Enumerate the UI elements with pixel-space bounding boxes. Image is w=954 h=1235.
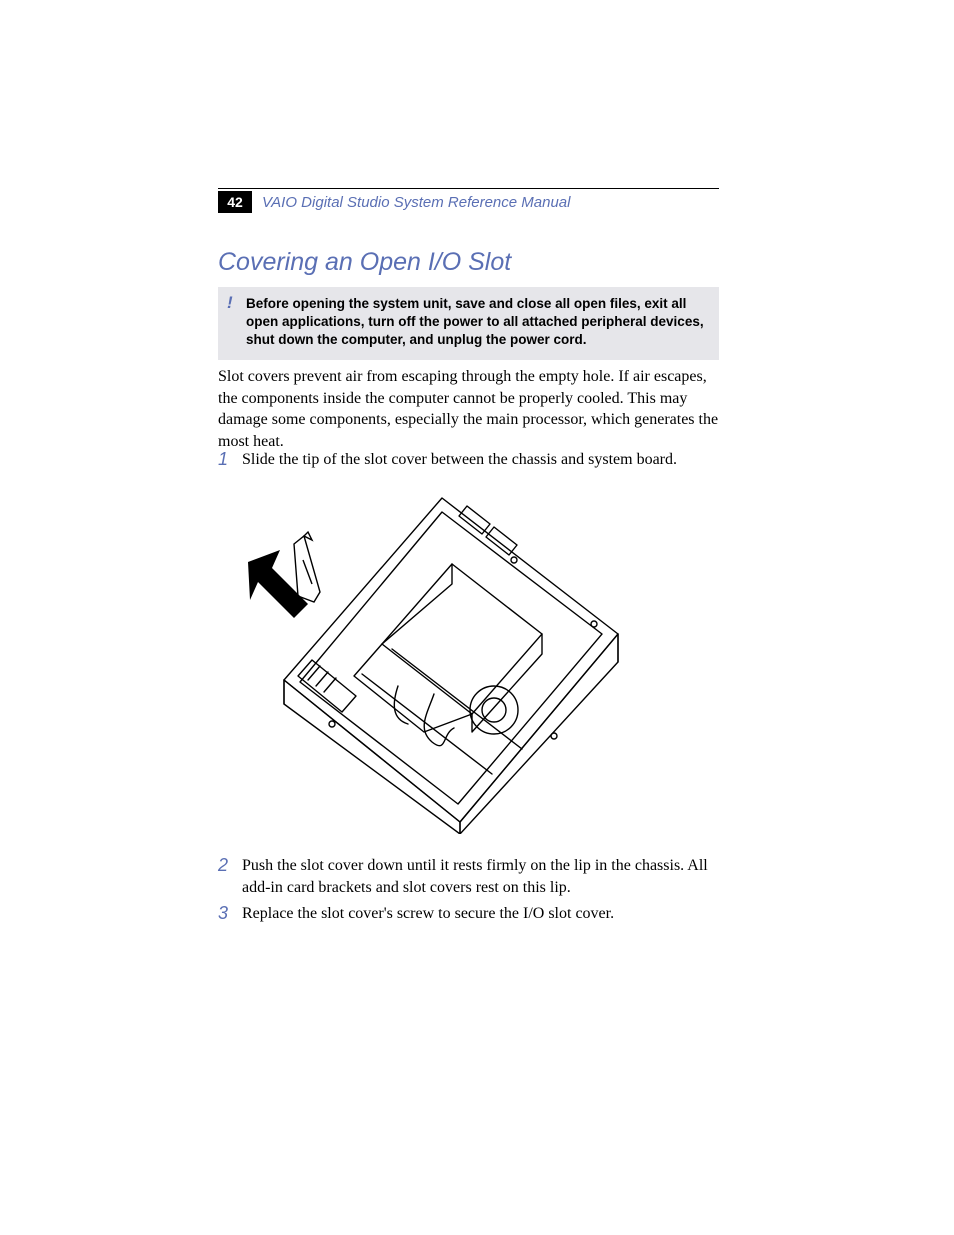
step-1: 1 Slide the tip of the slot cover betwee… [218, 449, 719, 471]
step-3: 3 Replace the slot cover's screw to secu… [218, 903, 719, 925]
chassis-illustration [242, 484, 640, 834]
step-2-number: 2 [218, 853, 228, 877]
page-number-box: 42 [218, 191, 252, 213]
step-1-text: Slide the tip of the slot cover between … [242, 449, 719, 471]
warning-box: ! Before opening the system unit, save a… [218, 287, 719, 360]
step-1-number: 1 [218, 447, 228, 471]
step-2: 2 Push the slot cover down until it rest… [218, 855, 719, 898]
step-3-text: Replace the slot cover's screw to secure… [242, 903, 719, 925]
page-number: 42 [227, 194, 243, 210]
chassis-svg-icon [242, 484, 640, 834]
intro-paragraph: Slot covers prevent air from escaping th… [218, 366, 719, 452]
warning-text: Before opening the system unit, save and… [246, 296, 704, 347]
header-rule [218, 188, 719, 189]
section-title: Covering an Open I/O Slot [218, 248, 511, 277]
step-2-text: Push the slot cover down until it rests … [242, 855, 719, 898]
warning-icon: ! [227, 293, 233, 313]
manual-page: 42 VAIO Digital Studio System Reference … [0, 0, 954, 1235]
step-3-number: 3 [218, 901, 228, 925]
running-head: VAIO Digital Studio System Reference Man… [262, 194, 570, 211]
